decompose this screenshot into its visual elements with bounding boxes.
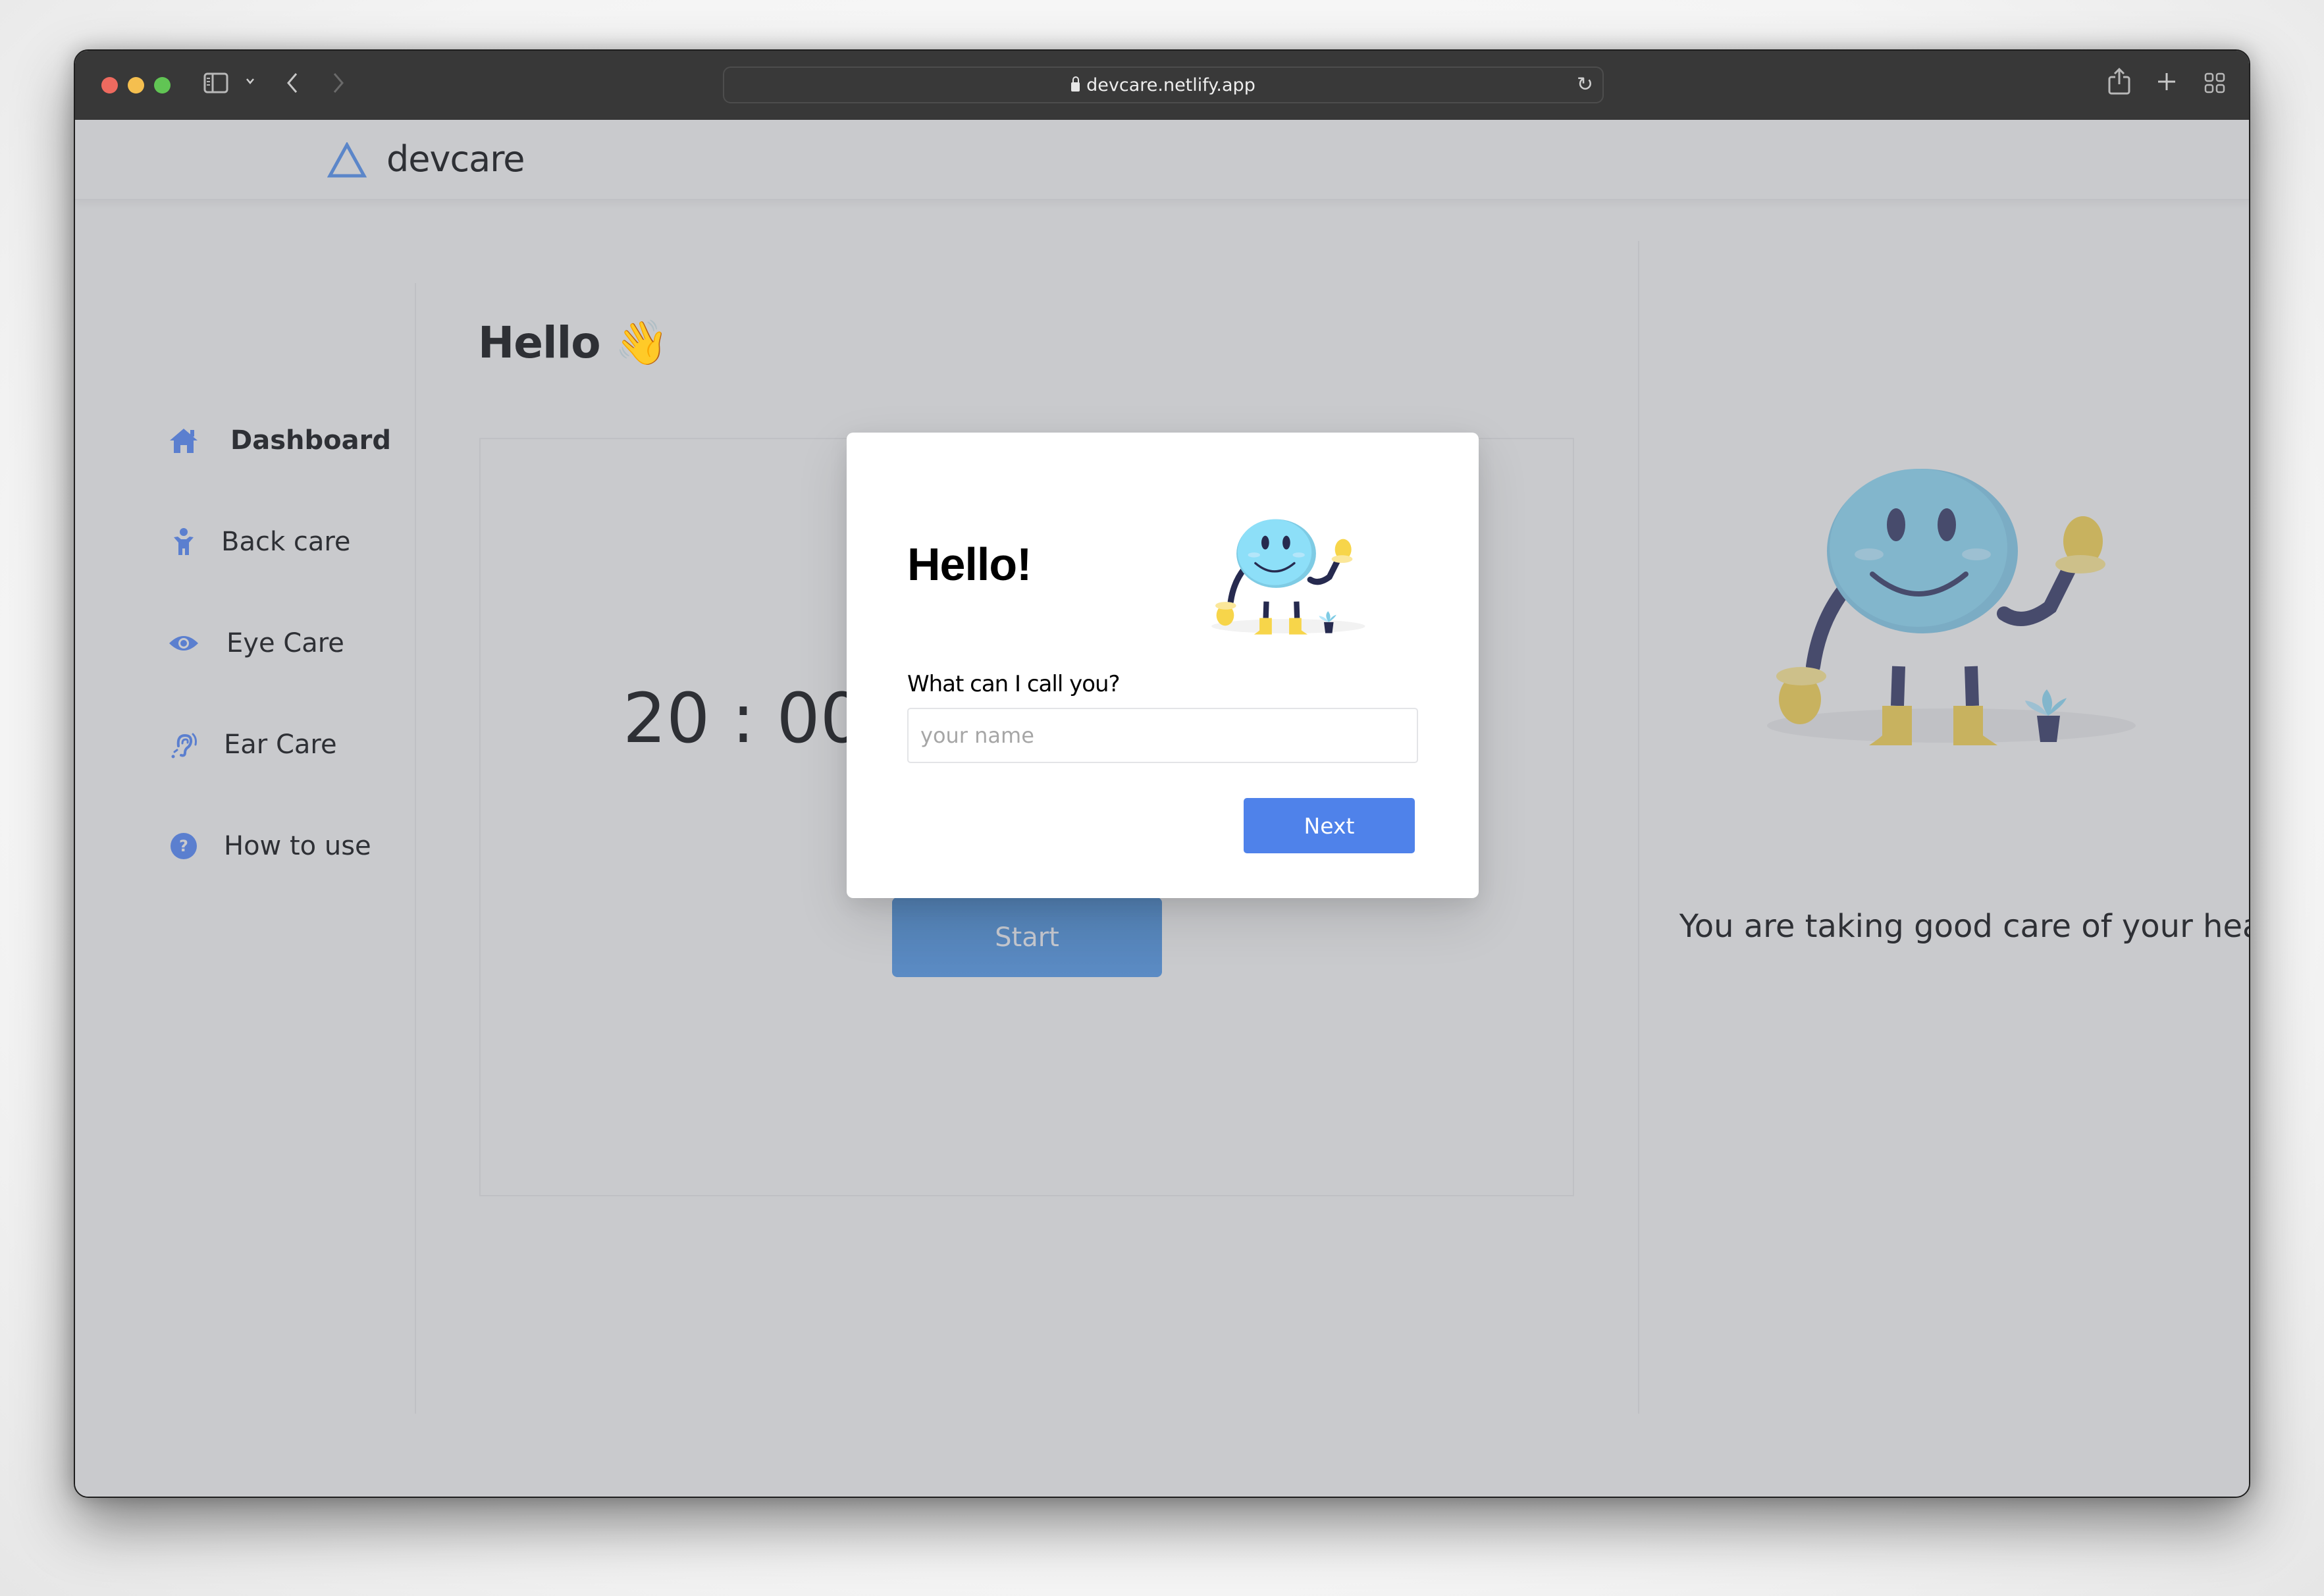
mascot-illustration: [1760, 449, 2155, 755]
sidebar-item-how-to-use[interactable]: ? How to use: [167, 826, 371, 866]
app-header: devcare: [75, 120, 2249, 200]
person-icon: [167, 525, 200, 558]
browser-titlebar: devcare.netlify.app ↻: [75, 51, 2249, 121]
sidebar-item-label: Eye Care: [226, 628, 344, 658]
sidebar-item-label: Dashboard: [230, 425, 391, 456]
lock-icon: [1071, 76, 1080, 92]
sidebar-item-label: Ear Care: [224, 730, 337, 760]
waving-hand-icon: 👋: [614, 317, 669, 368]
zoom-window-button[interactable]: [154, 77, 171, 93]
name-question-label: What can I call you?: [907, 671, 1121, 697]
sidebar-item-label: Back care: [221, 527, 351, 557]
name-input[interactable]: [907, 708, 1418, 763]
question-circle-icon: ?: [167, 830, 200, 863]
share-icon[interactable]: [2108, 67, 2130, 98]
app-logo-text[interactable]: devcare: [386, 138, 525, 180]
page: devcare Dashboard Back care Eye Care Ear…: [75, 120, 2249, 1497]
close-window-button[interactable]: [101, 77, 118, 93]
forward-arrow-icon[interactable]: [332, 72, 345, 97]
chevron-down-icon[interactable]: [245, 76, 255, 90]
tab-overview-icon[interactable]: [2204, 72, 2225, 97]
sidebar-item-label: How to use: [224, 831, 371, 861]
url-text: devcare.netlify.app: [1086, 74, 1255, 95]
back-arrow-icon[interactable]: [286, 72, 299, 97]
health-message: You are taking good care of your health!: [1679, 908, 2249, 945]
minimize-window-button[interactable]: [128, 77, 144, 93]
modal-mascot-illustration: [1209, 508, 1373, 643]
browser-window: devcare.netlify.app ↻ devcare Dashboard: [74, 49, 2250, 1498]
sidebar-divider: [415, 283, 416, 1414]
logo-triangle-icon[interactable]: [327, 141, 367, 182]
modal-title: Hello!: [907, 539, 1032, 590]
greeting-text: Hello: [478, 317, 601, 368]
name-prompt-modal: Hello! What can I call you? your name Ne…: [847, 433, 1479, 898]
sidebar-item-dashboard[interactable]: Dashboard: [167, 421, 391, 460]
start-button[interactable]: Start: [892, 897, 1162, 977]
ear-icon: [167, 728, 200, 761]
eye-icon: [167, 627, 200, 660]
sidebar-item-ear-care[interactable]: Ear Care: [167, 725, 337, 764]
sidebar-item-back-care[interactable]: Back care: [167, 522, 351, 562]
sidebar-item-eye-care[interactable]: Eye Care: [167, 624, 344, 663]
reload-icon[interactable]: ↻: [1577, 73, 1593, 96]
timer-display: 20 : 00: [623, 678, 864, 758]
new-tab-icon[interactable]: [2157, 72, 2177, 95]
page-title: Hello 👋: [478, 317, 669, 369]
home-icon: [167, 424, 200, 457]
sidebar-toggle-icon[interactable]: [203, 72, 228, 97]
right-panel-divider: [1638, 241, 1639, 1414]
address-bar[interactable]: devcare.netlify.app ↻: [723, 66, 1604, 103]
svg-text:?: ?: [179, 837, 188, 855]
next-button[interactable]: Next: [1244, 798, 1415, 853]
